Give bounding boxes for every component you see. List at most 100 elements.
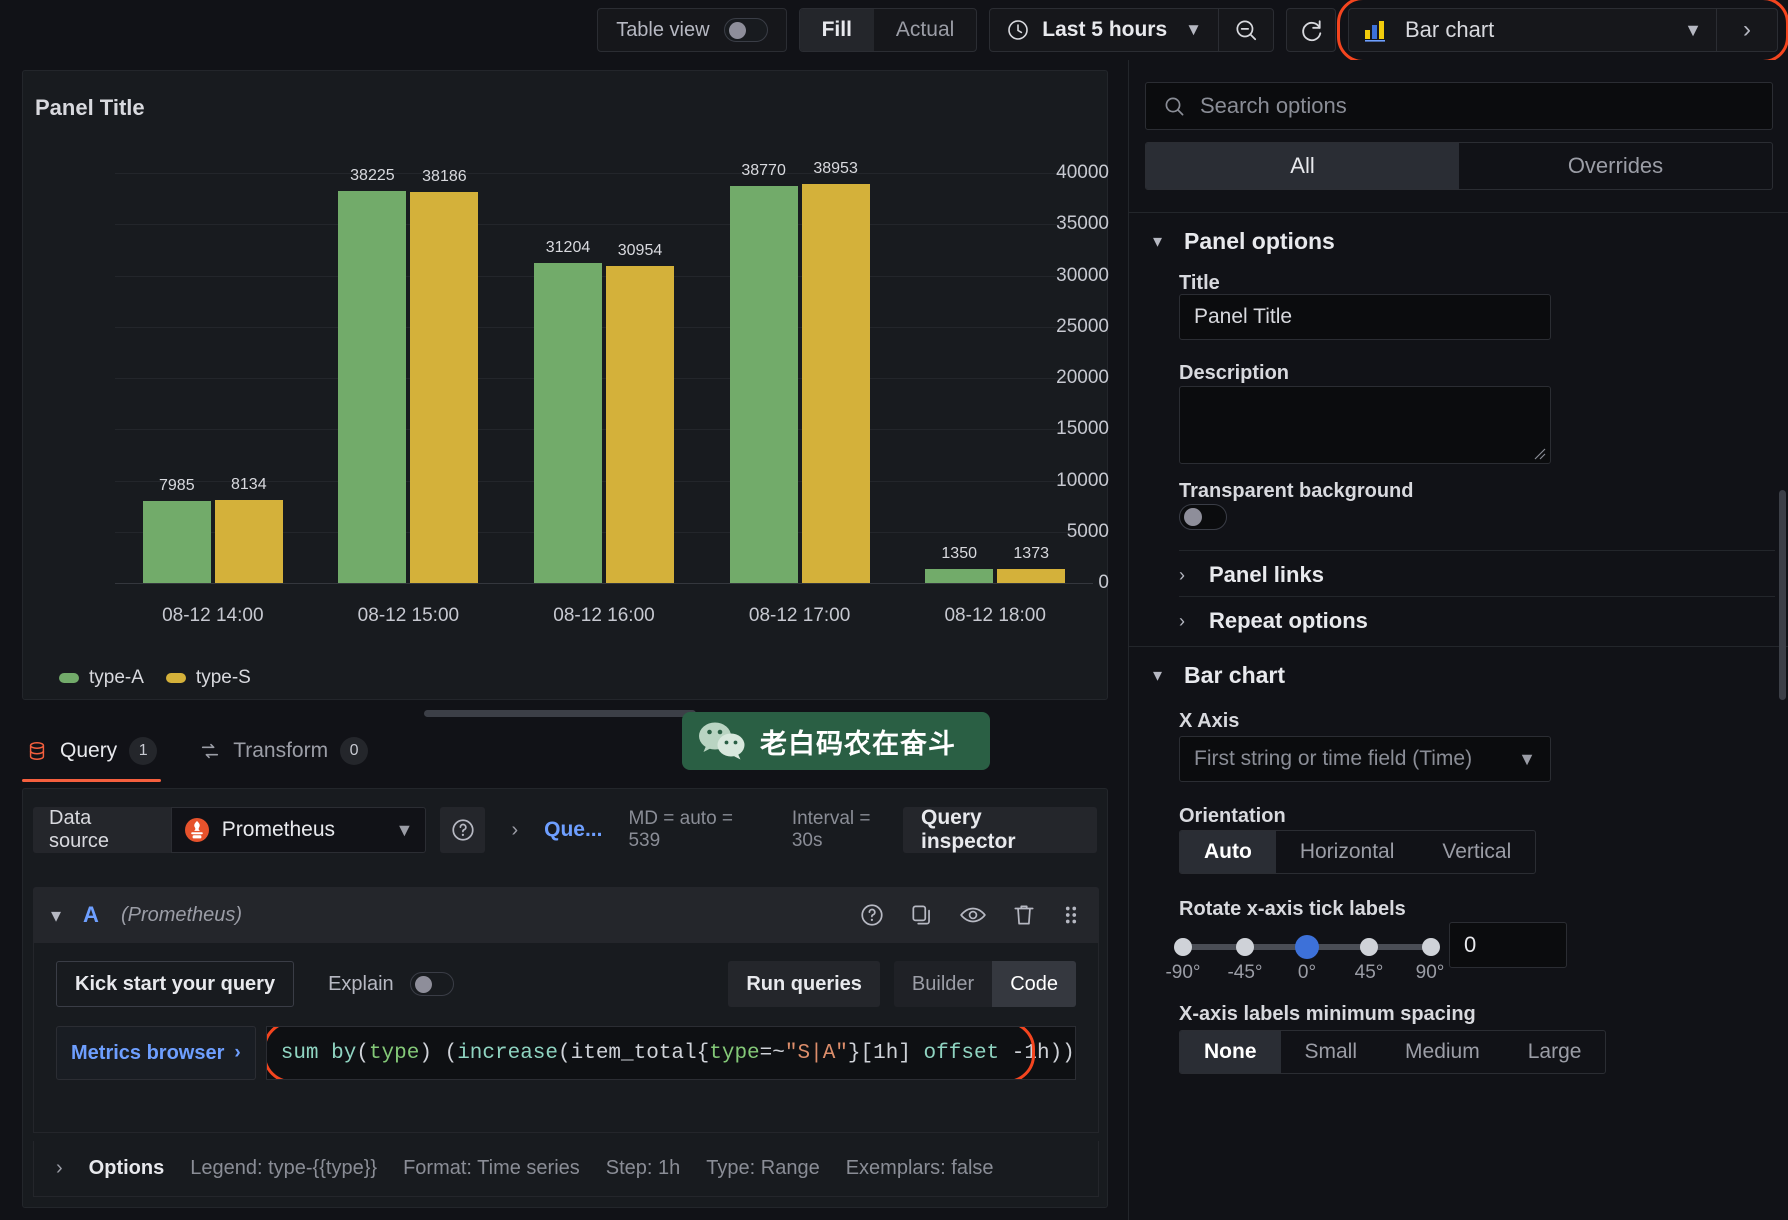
bar-type-S-08-12 18:00[interactable]	[997, 568, 1066, 583]
code-button[interactable]: Code	[992, 961, 1076, 1007]
rotate-ticks-number-input[interactable]: 0	[1449, 922, 1567, 968]
slider-dot-minus45[interactable]	[1236, 938, 1254, 956]
query-code-editor[interactable]: sum by(type) (increase(item_total{type=~…	[265, 1026, 1076, 1080]
data-source-help-button[interactable]	[440, 807, 486, 853]
metrics-browser-button[interactable]: Metrics browser ›	[56, 1026, 256, 1080]
orientation-vertical[interactable]: Vertical	[1418, 831, 1535, 873]
bar-type-A-08-12 16:00[interactable]	[534, 263, 602, 583]
transparent-background-toggle[interactable]	[1179, 504, 1227, 530]
spacing-medium[interactable]: Medium	[1381, 1031, 1504, 1073]
tab-query[interactable]: Query 1	[22, 732, 162, 782]
query-ref-id[interactable]: A	[83, 902, 99, 928]
sidebar-divider	[1129, 646, 1788, 647]
actual-button[interactable]: Actual	[874, 9, 976, 51]
bar-type-S-08-12 14:00[interactable]	[214, 499, 283, 583]
query-expression-row: Metrics browser › sum by(type) (increase…	[56, 1025, 1076, 1081]
bar-type-S-08-12 15:00[interactable]	[410, 191, 479, 583]
bar-type-S-08-12 16:00[interactable]	[606, 265, 674, 583]
fill-actual-segment[interactable]: Fill Actual	[798, 8, 978, 52]
slider-dot-zero[interactable]	[1295, 935, 1319, 959]
slider-tick-minus45: -45°	[1227, 962, 1263, 983]
chevron-down-icon[interactable]: ▼	[1684, 20, 1702, 41]
grid-line	[115, 378, 1093, 379]
horizontal-scrollbar[interactable]	[424, 710, 696, 717]
code-token: type	[368, 1041, 420, 1065]
chevron-down-icon[interactable]: ▼	[395, 820, 413, 841]
x-axis-select[interactable]: First string or time field (Time) ▼	[1179, 736, 1551, 782]
explain-switch[interactable]	[409, 972, 454, 996]
orientation-auto[interactable]: Auto	[1180, 831, 1276, 873]
section-panel-options[interactable]: ▾ Panel options	[1153, 228, 1335, 255]
resize-grip-icon[interactable]	[1532, 446, 1546, 460]
bar-type-A-08-12 15:00[interactable]	[338, 191, 407, 583]
grid-line	[115, 173, 1093, 174]
explain-toggle[interactable]: Explain	[328, 972, 454, 996]
table-view-toggle[interactable]: Table view	[597, 8, 787, 52]
section-bar-chart[interactable]: ▾ Bar chart	[1153, 662, 1285, 689]
query-options-row[interactable]: › Options Legend: type-{{type}} Format: …	[33, 1141, 1099, 1197]
time-range-picker[interactable]: Last 5 hours ▼	[989, 8, 1274, 52]
switch-knob	[728, 22, 746, 39]
bar-type-A-08-12 18:00[interactable]	[925, 569, 994, 583]
kick-start-button[interactable]: Kick start your query	[56, 961, 295, 1007]
chevron-down-icon[interactable]: ▾	[51, 903, 61, 928]
spacing-large[interactable]: Large	[1504, 1031, 1606, 1073]
data-source-select[interactable]: Prometheus ▼	[170, 807, 427, 853]
slider-dot-minus90[interactable]	[1174, 938, 1192, 956]
query-options-link[interactable]: Que...	[544, 818, 602, 842]
panel-links-row[interactable]: › Panel links	[1179, 552, 1775, 598]
orientation-horizontal[interactable]: Horizontal	[1276, 831, 1419, 873]
explain-label: Explain	[328, 972, 394, 995]
question-circle-icon[interactable]	[859, 902, 885, 928]
spacing-small[interactable]: Small	[1281, 1031, 1382, 1073]
viz-picker[interactable]: Bar chart ▼ ›	[1348, 8, 1778, 52]
code-token: sum by	[280, 1041, 357, 1065]
chevron-down-icon: ▼	[1518, 748, 1536, 769]
eye-icon[interactable]	[959, 902, 987, 928]
tab-transform[interactable]: Transform 0	[195, 732, 372, 782]
fill-button[interactable]: Fill	[799, 9, 874, 51]
builder-code-segment[interactable]: Builder Code	[893, 961, 1076, 1007]
slider-dot-90[interactable]	[1422, 938, 1440, 956]
drag-handle-icon[interactable]	[1061, 902, 1081, 928]
legend-item-type-A[interactable]: type-A	[59, 667, 144, 689]
bar-type-S-08-12 17:00[interactable]	[801, 183, 870, 583]
chevron-down-icon: ▾	[1153, 665, 1163, 685]
tab-all[interactable]: All	[1146, 143, 1459, 189]
description-textarea[interactable]	[1179, 386, 1551, 464]
bar-value-label: 38186	[422, 167, 467, 185]
table-view-switch[interactable]	[723, 18, 768, 42]
viz-picker-main[interactable]: Bar chart ▼	[1349, 17, 1716, 43]
chevron-right-icon[interactable]: ›	[56, 1157, 63, 1180]
builder-button[interactable]: Builder	[894, 961, 992, 1007]
query-options-label: Options	[88, 1157, 165, 1179]
viz-picker-toggle-button[interactable]: ›	[1717, 16, 1777, 44]
chevron-right-icon: ›	[234, 1042, 241, 1063]
query-inspector-button[interactable]: Query inspector	[903, 806, 1097, 853]
bar-chart[interactable]: 0 5000 10000 15000 20000 25000 30000 35000 40000…	[23, 151, 1109, 651]
rotate-ticks-slider[interactable]	[1174, 935, 1440, 959]
title-input[interactable]: Panel Title	[1179, 294, 1551, 340]
spacing-none[interactable]: None	[1180, 1031, 1281, 1073]
top-toolbar: Table view Fill Actual Last 5 hours ▼ Ba…	[0, 0, 1788, 63]
refresh-button[interactable]	[1286, 8, 1336, 52]
trash-icon[interactable]	[1011, 902, 1037, 928]
query-options-meta[interactable]: › Que... MD = auto = 539 Interval = 30s	[511, 808, 903, 852]
grid-line	[115, 326, 1093, 328]
zoom-out-button[interactable]	[1219, 17, 1273, 43]
time-range-button[interactable]: Last 5 hours ▼	[990, 9, 1218, 51]
repeat-options-row[interactable]: › Repeat options	[1179, 598, 1775, 644]
x-axis-tick: 08-12 15:00	[357, 605, 460, 626]
search-options-input[interactable]: Search options	[1145, 82, 1773, 130]
query-editor-actions: Kick start your query Explain Run querie…	[56, 961, 1076, 1007]
slider-dot-45[interactable]	[1360, 938, 1378, 956]
y-axis-tick: 35000	[1056, 213, 1109, 235]
copy-icon[interactable]	[909, 902, 935, 928]
bar-type-A-08-12 17:00[interactable]	[729, 185, 798, 583]
bar-type-A-08-12 14:00[interactable]	[142, 501, 211, 583]
y-axis-tick: 5000	[1066, 520, 1109, 542]
legend-item-type-S[interactable]: type-S	[165, 667, 251, 689]
tab-overrides[interactable]: Overrides	[1459, 143, 1772, 189]
run-queries-button[interactable]: Run queries	[728, 961, 880, 1007]
sidebar-scrollbar[interactable]	[1779, 490, 1786, 700]
